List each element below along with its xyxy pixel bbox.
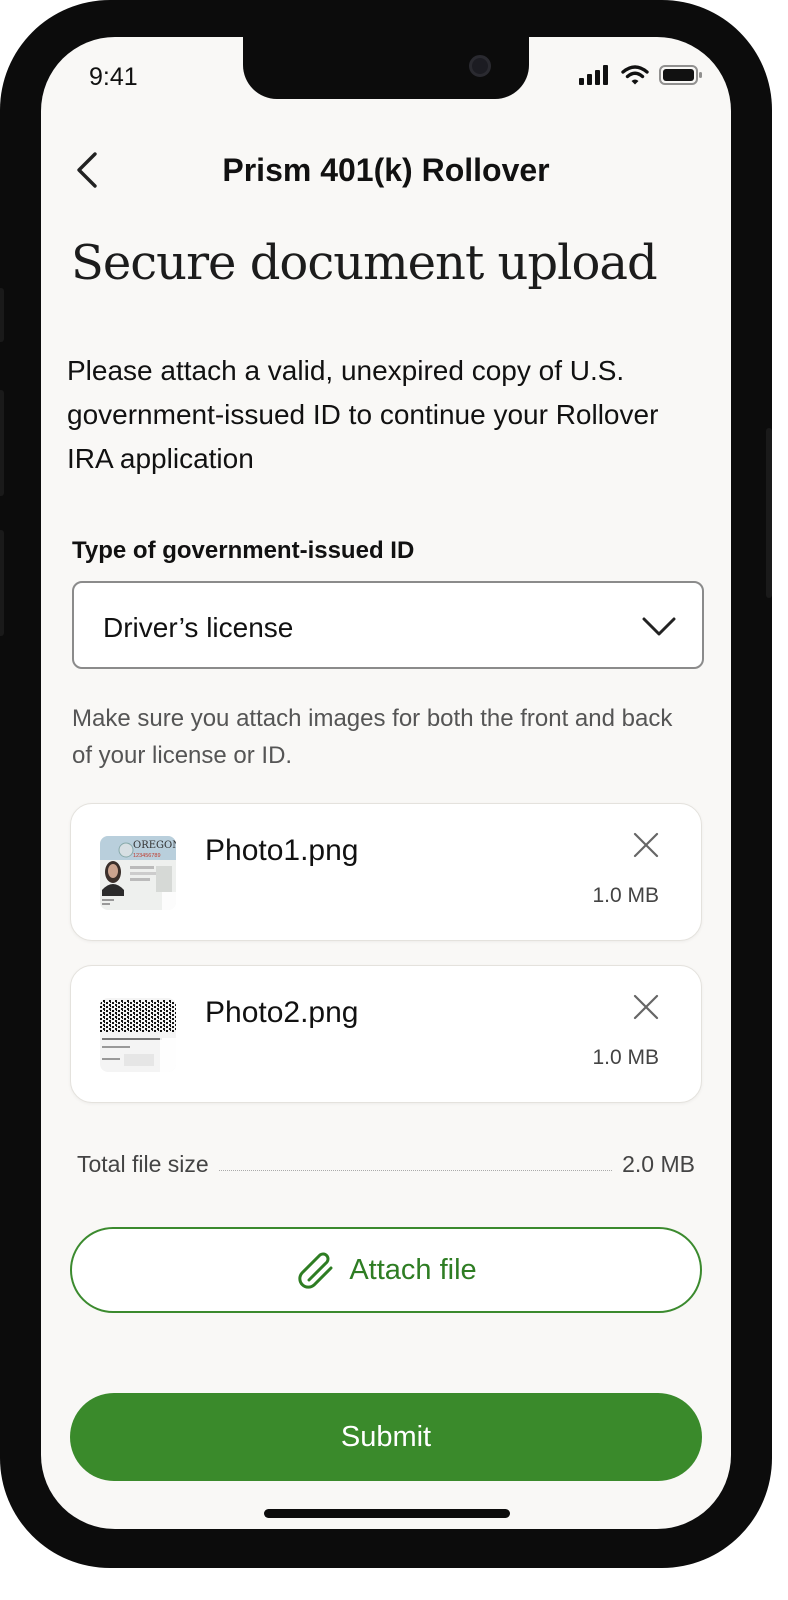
file-size: 1.0 MB	[592, 1046, 659, 1069]
license-back-image	[100, 998, 176, 1072]
attach-file-label: Attach file	[349, 1253, 477, 1286]
phone-frame: 9:41 Prism 401(k) Rollover Secure docume…	[0, 0, 772, 1568]
license-front-thumbnail: OREGON 123456789	[100, 836, 176, 910]
file-card: Photo2.png 1.0 MB	[70, 965, 702, 1103]
license-number-text: 123456789	[133, 853, 161, 859]
status-time: 9:41	[89, 63, 138, 91]
file-card: OREGON 123456789 Photo1.png 1	[70, 803, 702, 941]
camera-icon	[469, 55, 491, 77]
id-type-label: Type of government-issued ID	[72, 537, 415, 564]
file-size: 1.0 MB	[592, 884, 659, 907]
submit-label: Submit	[340, 1420, 432, 1453]
signal-icon	[579, 65, 608, 85]
battery-icon	[659, 65, 702, 85]
hint-text: Make sure you attach images for both the…	[72, 705, 673, 769]
chevron-down-icon	[642, 617, 676, 636]
id-type-selected-value: Driver’s license	[103, 612, 294, 643]
attach-file-button[interactable]: Attach file	[70, 1227, 702, 1313]
volume-down-button	[0, 530, 4, 636]
status-icons	[579, 65, 703, 85]
wifi-icon	[621, 65, 649, 85]
file-name: Photo2.png	[205, 996, 359, 1029]
total-file-size-label: Total file size	[77, 1150, 209, 1177]
close-icon[interactable]	[631, 992, 661, 1022]
id-type-select[interactable]: Driver’s license	[72, 581, 704, 669]
nav-bar: Prism 401(k) Rollover	[41, 132, 731, 202]
total-file-size-value: 2.0 MB	[622, 1150, 695, 1177]
nav-title: Prism 401(k) Rollover	[222, 152, 550, 188]
license-state-text: OREGON	[133, 840, 176, 851]
page-title: Secure document upload	[71, 235, 658, 291]
home-indicator	[264, 1509, 510, 1518]
submit-button[interactable]: Submit	[70, 1393, 702, 1481]
power-button	[766, 428, 772, 598]
notch	[243, 37, 529, 99]
paperclip-icon	[298, 1252, 333, 1289]
total-file-size-row: Total file size 2.0 MB	[77, 1149, 695, 1179]
intro-text: Please attach a valid, unexpired copy of…	[67, 355, 659, 474]
license-front-image: OREGON 123456789	[100, 836, 176, 910]
close-icon[interactable]	[631, 830, 661, 860]
file-name: Photo1.png	[205, 834, 359, 867]
volume-up-button	[0, 390, 4, 496]
license-back-thumbnail	[100, 998, 176, 1072]
silent-switch	[0, 288, 4, 342]
dotted-leader	[218, 1169, 613, 1171]
screen: 9:41 Prism 401(k) Rollover Secure docume…	[41, 37, 731, 1529]
